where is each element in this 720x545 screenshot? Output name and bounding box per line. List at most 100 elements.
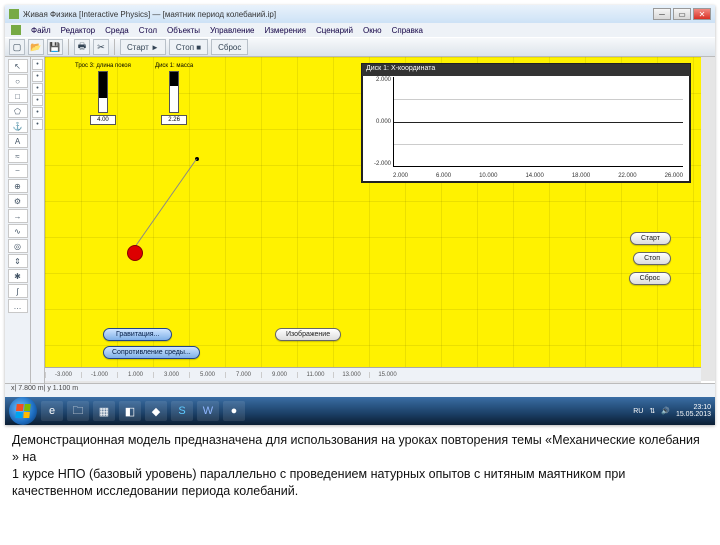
taskbar-app-icon[interactable]: ▦ <box>93 401 115 421</box>
open-icon[interactable]: 📂 <box>28 39 44 55</box>
save-icon[interactable]: 💾 <box>47 39 63 55</box>
sm-icon[interactable]: • <box>32 71 43 82</box>
motor-icon[interactable]: ⚙ <box>8 194 28 208</box>
taskbar-app-icon[interactable]: ◆ <box>145 401 167 421</box>
simulation-canvas[interactable]: Трос 3: длина покоя 4.00 Диск 1: масса 2… <box>45 57 701 381</box>
text-icon[interactable]: A <box>8 134 28 148</box>
taskbar-word-icon[interactable]: W <box>197 401 219 421</box>
chart-panel[interactable]: Диск 1: X-координата 2.000 0.000 -2.000 … <box>361 63 691 183</box>
app-icon <box>9 9 19 19</box>
label: Диск 1: масса <box>155 63 193 69</box>
minimize-button[interactable]: ─ <box>653 8 671 20</box>
gear-icon[interactable]: ✱ <box>8 269 28 283</box>
joint-icon[interactable]: ⊕ <box>8 179 28 193</box>
chart-y-axis: 2.000 0.000 -2.000 <box>365 77 391 167</box>
chart-area <box>393 77 683 167</box>
clock-time[interactable]: 23:10 <box>676 404 711 411</box>
titlebar: Живая Физика [Interactive Physics] — [ма… <box>5 5 715 23</box>
taskbar-app-icon[interactable]: ◧ <box>119 401 141 421</box>
menu-help[interactable]: Справка <box>392 26 423 35</box>
canvas-reset-button[interactable]: Сброс <box>629 272 671 285</box>
cut-icon[interactable]: ✂ <box>93 39 109 55</box>
doc-icon <box>11 25 21 35</box>
image-button[interactable]: Изображение <box>275 328 341 341</box>
misc-icon[interactable]: … <box>8 299 28 313</box>
taskbar-ie-icon[interactable]: e <box>41 401 63 421</box>
caption-text: Демонстрационная модель предназначена дл… <box>12 432 708 500</box>
new-icon[interactable]: ▢ <box>9 39 25 55</box>
slider-disk-mass: Диск 1: масса 2.26 <box>155 63 193 125</box>
canvas-wrap: Трос 3: длина покоя 4.00 Диск 1: масса 2… <box>45 57 715 395</box>
menu-window[interactable]: Окно <box>363 26 382 35</box>
menu-table[interactable]: Стол <box>139 26 157 35</box>
canvas-stop-button[interactable]: Стоп <box>633 252 671 265</box>
actuator-icon[interactable]: ⇕ <box>8 254 28 268</box>
slider[interactable] <box>98 71 108 113</box>
label: Трос 3: длина покоя <box>75 63 131 69</box>
chart-x-axis: 2.000 6.000 10.000 14.000 18.000 22.000 … <box>393 173 683 179</box>
toolbar: ▢ 📂 💾 🖶 ✂ Старт ► Стоп ■ Сброс <box>5 37 715 57</box>
menubar: Файл Редактор Среда Стол Объекты Управле… <box>5 23 715 37</box>
value-box[interactable]: 2.26 <box>161 115 187 125</box>
status-bar: x| 7.800 m| y 1.100 m <box>5 383 715 397</box>
canvas-start-button[interactable]: Старт <box>630 232 671 245</box>
slider[interactable] <box>169 71 179 113</box>
run-button[interactable]: Старт ► <box>120 39 166 55</box>
sm-icon[interactable]: • <box>32 95 43 106</box>
vertical-scrollbar[interactable] <box>701 57 715 381</box>
print-icon[interactable]: 🖶 <box>74 39 90 55</box>
menu-objects[interactable]: Объекты <box>167 26 200 35</box>
curve-icon[interactable]: ∫ <box>8 284 28 298</box>
tray-net-icon[interactable]: ⇅ <box>649 407 655 415</box>
taskbar-ip-icon[interactable]: ● <box>223 401 245 421</box>
clock-date: 15.05.2013 <box>676 411 711 418</box>
rope-icon[interactable]: ⎯ <box>8 164 28 178</box>
window-title: Живая Физика [Interactive Physics] — [ма… <box>23 10 653 19</box>
tool-palette-1: ↖ ○ □ ⬠ ⚓ A ≈ ⎯ ⊕ ⚙ → ∿ ◎ ⇕ ✱ ∫ … <box>5 57 31 395</box>
menu-file[interactable]: Файл <box>31 26 51 35</box>
system-tray[interactable]: RU ⇅ 🔊 23:10 15.05.2013 <box>633 404 711 418</box>
square-icon[interactable]: □ <box>8 89 28 103</box>
menu-script[interactable]: Сценарий <box>316 26 353 35</box>
pointer-icon[interactable]: ↖ <box>8 59 28 73</box>
gravity-button[interactable]: Гравитация... <box>103 328 172 341</box>
sm-icon[interactable]: • <box>32 119 43 130</box>
taskbar-skype-icon[interactable]: S <box>171 401 193 421</box>
separator <box>68 39 69 55</box>
start-button[interactable] <box>9 397 37 425</box>
resistance-button[interactable]: Сопротивление среды... <box>103 346 200 359</box>
circle-icon[interactable]: ○ <box>8 74 28 88</box>
spring-icon[interactable]: ≈ <box>8 149 28 163</box>
polygon-icon[interactable]: ⬠ <box>8 104 28 118</box>
app-window: Живая Физика [Interactive Physics] — [ма… <box>5 5 715 425</box>
tray-vol-icon[interactable]: 🔊 <box>661 407 670 415</box>
menu-measure[interactable]: Измерения <box>265 26 306 35</box>
damper-icon[interactable]: ∿ <box>8 224 28 238</box>
maximize-button[interactable]: ▭ <box>673 8 691 20</box>
menu-edit[interactable]: Редактор <box>61 26 95 35</box>
status-xy: x| 7.800 m| y 1.100 m <box>11 385 78 392</box>
stop-button[interactable]: Стоп ■ <box>169 39 208 55</box>
taskbar-explorer-icon[interactable]: 🗀 <box>67 401 89 421</box>
workspace: ↖ ○ □ ⬠ ⚓ A ≈ ⎯ ⊕ ⚙ → ∿ ◎ ⇕ ✱ ∫ … • • • … <box>5 57 715 395</box>
close-button[interactable]: ✕ <box>693 8 711 20</box>
reset-button[interactable]: Сброс <box>211 39 248 55</box>
sm-icon[interactable]: • <box>32 59 43 70</box>
value-box[interactable]: 4.00 <box>90 115 116 125</box>
separator <box>114 39 115 55</box>
slider-fill <box>99 72 107 98</box>
chart-series <box>394 122 683 123</box>
slider-rope-length: Трос 3: длина покоя 4.00 <box>75 63 131 125</box>
menu-control[interactable]: Управление <box>210 26 254 35</box>
menu-world[interactable]: Среда <box>105 26 129 35</box>
pendulum-bob[interactable] <box>127 245 143 261</box>
anchor-icon[interactable]: ⚓ <box>8 119 28 133</box>
sm-icon[interactable]: • <box>32 83 43 94</box>
tool-palette-2: • • • • • • <box>31 57 45 395</box>
lang-indicator[interactable]: RU <box>633 408 643 415</box>
force-icon[interactable]: → <box>8 209 28 223</box>
slider-fill <box>170 72 178 86</box>
pulley-icon[interactable]: ◎ <box>8 239 28 253</box>
taskbar: e 🗀 ▦ ◧ ◆ S W ● RU ⇅ 🔊 23:10 15.05.2013 <box>5 397 715 425</box>
sm-icon[interactable]: • <box>32 107 43 118</box>
